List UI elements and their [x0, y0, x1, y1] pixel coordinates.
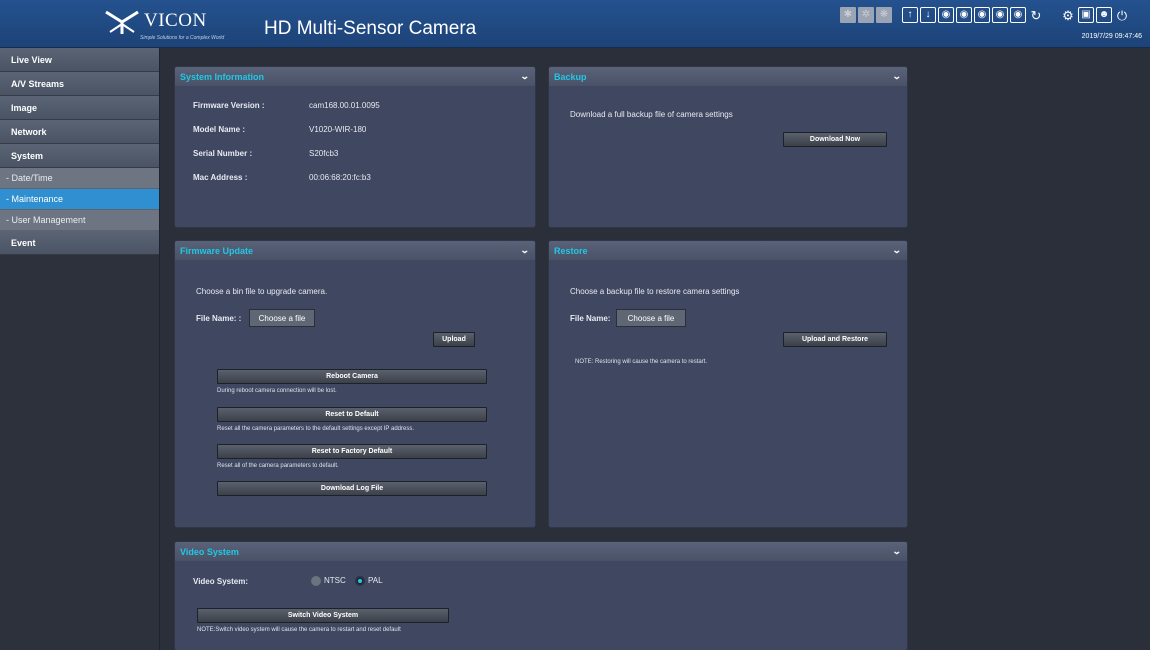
- sidebar-item-event[interactable]: Event: [0, 231, 159, 255]
- video-system-panel: Video System ⌄ Video System: NTSC PAL Sw…: [174, 541, 908, 650]
- ntsc-label: NTSC: [324, 576, 346, 586]
- firmware-version-label: Firmware Version :: [193, 101, 265, 110]
- power-icon[interactable]: ⏻: [1114, 7, 1130, 23]
- pal-option[interactable]: PAL: [355, 576, 383, 586]
- view-toolbar: ↑ ↓ ◉ ◉ ◉ ◉ ◉ ↻: [902, 7, 1044, 25]
- model-name-value: V1020-WIR-180: [309, 125, 367, 134]
- ptz-toolbar: ✱ ✲ ❋: [840, 7, 892, 25]
- defog-icon[interactable]: ✲: [858, 7, 874, 23]
- model-name-label: Model Name :: [193, 125, 246, 134]
- sensor-3-icon[interactable]: ◉: [974, 7, 990, 23]
- firmware-file-label: File Name: :: [196, 314, 242, 323]
- restore-panel: Restore ⌄ Choose a backup file to restor…: [548, 240, 908, 528]
- serial-number-value: S20fcb3: [309, 149, 339, 158]
- chevron-down-icon[interactable]: ⌄: [892, 245, 902, 256]
- chevron-down-icon[interactable]: ⌄: [892, 71, 902, 82]
- wiper-icon[interactable]: ✱: [840, 7, 856, 23]
- firmware-update-title: Firmware Update: [180, 245, 254, 256]
- vicon-logo: VICON Simple Solutions for a Complex Wor…: [104, 6, 244, 46]
- sensor-2-icon[interactable]: ◉: [956, 7, 972, 23]
- reboot-camera-button[interactable]: Reboot Camera: [217, 369, 487, 384]
- page-title: HD Multi-Sensor Camera: [264, 18, 477, 39]
- sidebar-item-date-time[interactable]: - Date/Time: [0, 168, 159, 189]
- switch-video-system-button[interactable]: Switch Video System: [197, 608, 449, 623]
- settings-icon[interactable]: ⚙: [1060, 7, 1076, 23]
- restore-note: NOTE: Restoring will cause the camera to…: [575, 359, 708, 365]
- backup-description: Download a full backup file of camera se…: [570, 110, 733, 119]
- system-toolbar: ⚙ ▣ ☻ ⏻: [1060, 7, 1130, 25]
- user-icon[interactable]: ☻: [1096, 7, 1112, 23]
- backup-panel: Backup ⌄ Download a full backup file of …: [548, 66, 908, 228]
- firmware-description: Choose a bin file to upgrade camera.: [196, 287, 328, 296]
- reset-default-note: Reset all the camera parameters to the d…: [217, 426, 414, 432]
- backup-title: Backup: [554, 71, 587, 82]
- sensor-1-icon[interactable]: ◉: [938, 7, 954, 23]
- firmware-update-panel: Firmware Update ⌄ Choose a bin file to u…: [174, 240, 536, 528]
- restore-choose-file-button[interactable]: Choose a file: [616, 309, 686, 327]
- fullscreen-icon[interactable]: ▣: [1078, 7, 1094, 23]
- reset-factory-note: Reset all of the camera parameters to de…: [217, 463, 339, 469]
- sidebar-item-live-view[interactable]: Live View: [0, 48, 159, 72]
- backup-header[interactable]: Backup ⌄: [549, 67, 907, 86]
- reboot-note: During reboot camera connection will be …: [217, 388, 337, 394]
- record-icon[interactable]: ↓: [920, 7, 936, 23]
- sidebar-item-network[interactable]: Network: [0, 120, 159, 144]
- download-log-file-button[interactable]: Download Log File: [217, 481, 487, 496]
- sensor-4-icon[interactable]: ◉: [992, 7, 1008, 23]
- sidebar-item-image[interactable]: Image: [0, 96, 159, 120]
- sidebar-item-av-streams[interactable]: A/V Streams: [0, 72, 159, 96]
- ntsc-radio[interactable]: [311, 576, 321, 586]
- mac-address-label: Mac Address :: [193, 173, 248, 182]
- sidebar-item-system[interactable]: System: [0, 144, 159, 168]
- chevron-down-icon[interactable]: ⌄: [892, 546, 902, 557]
- video-system-title: Video System: [180, 546, 239, 557]
- restore-title: Restore: [554, 245, 588, 256]
- video-system-header[interactable]: Video System ⌄: [175, 542, 907, 561]
- upload-button[interactable]: Upload: [433, 332, 475, 347]
- pal-radio[interactable]: [355, 576, 365, 586]
- firmware-choose-file-button[interactable]: Choose a file: [249, 309, 315, 327]
- sidebar-item-user-management[interactable]: - User Management: [0, 210, 159, 231]
- logo-text: VICON: [144, 10, 207, 31]
- ntsc-option[interactable]: NTSC: [311, 576, 346, 586]
- refresh-icon[interactable]: ↻: [1028, 7, 1044, 23]
- logo-mark-icon: [105, 10, 139, 34]
- restore-file-label: File Name:: [570, 314, 611, 323]
- video-system-label: Video System:: [193, 577, 248, 586]
- download-now-button[interactable]: Download Now: [783, 132, 887, 147]
- firmware-version-value: cam168.00.01.0095: [309, 101, 380, 110]
- restore-description: Choose a backup file to restore camera s…: [570, 287, 740, 296]
- app-header: VICON Simple Solutions for a Complex Wor…: [0, 0, 1150, 48]
- sensor-5-icon[interactable]: ◉: [1010, 7, 1026, 23]
- sidebar-item-maintenance[interactable]: - Maintenance: [0, 189, 159, 210]
- video-system-note: NOTE:Switch video system will cause the …: [197, 627, 401, 633]
- system-information-panel: System Information ⌄ Firmware Version : …: [174, 66, 536, 228]
- chevron-down-icon[interactable]: ⌄: [520, 245, 530, 256]
- system-information-title: System Information: [180, 71, 265, 82]
- restore-header[interactable]: Restore ⌄: [549, 241, 907, 260]
- snapshot-icon[interactable]: ↑: [902, 7, 918, 23]
- sidebar: Live View A/V Streams Image Network Syst…: [0, 48, 160, 650]
- datetime-display: 2019/7/29 09:47:46: [1081, 33, 1142, 40]
- system-information-header[interactable]: System Information ⌄: [175, 67, 535, 86]
- serial-number-label: Serial Number :: [193, 149, 253, 158]
- logo-tagline: Simple Solutions for a Complex World: [140, 35, 225, 41]
- heater-icon[interactable]: ❋: [876, 7, 892, 23]
- firmware-update-header[interactable]: Firmware Update ⌄: [175, 241, 535, 260]
- upload-and-restore-button[interactable]: Upload and Restore: [783, 332, 887, 347]
- reset-factory-default-button[interactable]: Reset to Factory Default: [217, 444, 487, 459]
- mac-address-value: 00:06:68:20:fc:b3: [309, 173, 371, 182]
- reset-default-button[interactable]: Reset to Default: [217, 407, 487, 422]
- pal-label: PAL: [368, 576, 383, 586]
- chevron-down-icon[interactable]: ⌄: [520, 71, 530, 82]
